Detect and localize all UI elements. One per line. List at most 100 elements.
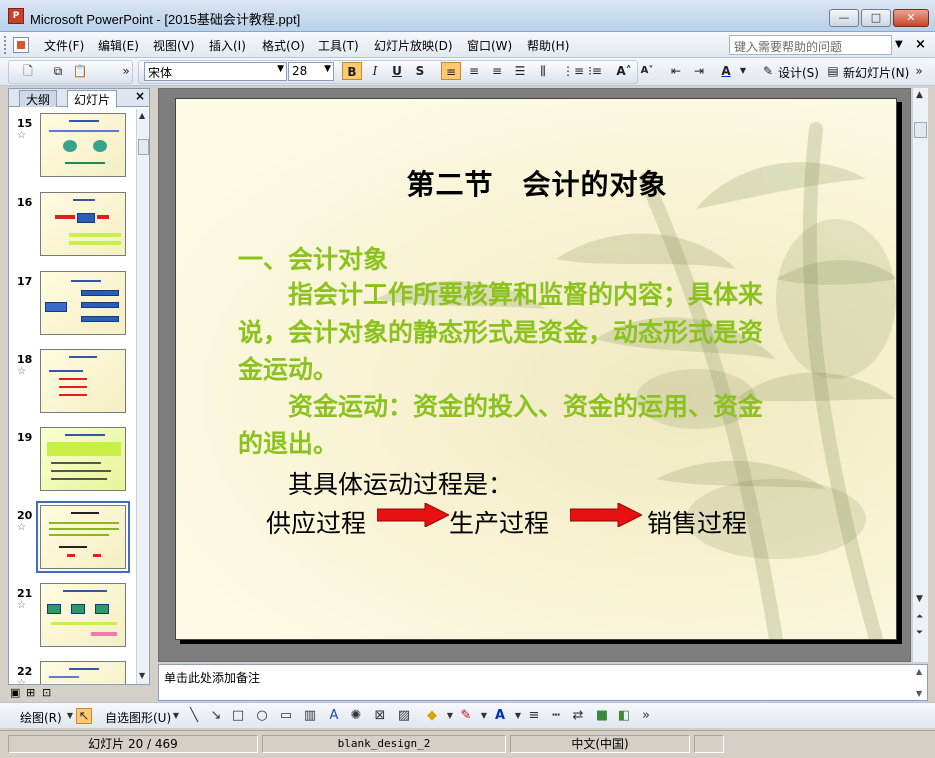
- notes-placeholder[interactable]: 单击此处添加备注: [164, 669, 260, 686]
- pane-close-icon[interactable]: ×: [135, 89, 145, 103]
- chevron-down-icon[interactable]: ▼: [168, 708, 184, 724]
- numbering-icon[interactable]: ⋮≡: [562, 62, 584, 80]
- copy-icon[interactable]: ⧉: [48, 62, 68, 80]
- slide-body-line[interactable]: 指会计工作所要核算和监督的内容；具体来: [238, 275, 763, 311]
- scrollbar-thumb[interactable]: [138, 139, 149, 155]
- slide-canvas[interactable]: 第二节 会计的对象 一、会计对象 指会计工作所要核算和监督的内容；具体来 说，会…: [175, 98, 897, 640]
- process-supply[interactable]: 供应过程: [266, 504, 366, 540]
- toolbar-options-icon[interactable]: »: [913, 62, 925, 80]
- toolbar-grip[interactable]: [4, 36, 8, 54]
- menu-slideshow[interactable]: 幻灯片放映(D): [374, 37, 453, 54]
- help-dropdown-icon[interactable]: ▼: [895, 39, 903, 50]
- increase-indent-icon[interactable]: ⇥: [689, 62, 709, 80]
- oval-tool-icon[interactable]: ○: [254, 708, 270, 724]
- slide-thumbnail[interactable]: [40, 349, 126, 413]
- line-tool-icon[interactable]: ╲: [186, 708, 202, 724]
- shadow-style-icon[interactable]: ■: [594, 708, 610, 724]
- slide-body-line[interactable]: 的退出。: [238, 424, 338, 460]
- slide-process-intro[interactable]: 其具体运动过程是：: [288, 465, 513, 501]
- slide-body-line[interactable]: 说，会计对象的静态形式是资金，动态形式是资: [238, 313, 763, 349]
- close-button[interactable]: ✕: [893, 9, 929, 27]
- vertical-textbox-icon[interactable]: ▥: [302, 708, 318, 724]
- slide-thumbnail[interactable]: [40, 271, 126, 335]
- notes-pane[interactable]: 单击此处添加备注 ▲ ▼: [158, 664, 928, 701]
- fill-color-icon[interactable]: ◆: [424, 708, 440, 724]
- slide-body-line[interactable]: 资金运动：资金的投入、资金的运用、资金: [238, 387, 763, 423]
- 3d-style-icon[interactable]: ◧: [616, 708, 632, 724]
- chevron-down-icon[interactable]: ▼: [476, 708, 492, 724]
- normal-view-icon[interactable]: ▣: [10, 686, 20, 699]
- slide-sorter-view-icon[interactable]: ⊞: [26, 686, 35, 699]
- slide-thumbnail-row[interactable]: 15 ☆: [9, 113, 135, 181]
- line-color-icon[interactable]: ✎: [458, 708, 474, 724]
- underline-button[interactable]: U: [387, 62, 407, 80]
- toolbar-options-icon[interactable]: »: [120, 62, 132, 80]
- slide-thumbnail[interactable]: [36, 501, 130, 573]
- design-icon[interactable]: ✎: [758, 62, 778, 80]
- new-slide-icon[interactable]: ▤: [823, 62, 843, 80]
- slide-heading-accounting-object[interactable]: 一、会计对象: [238, 240, 388, 276]
- slide-thumbnail[interactable]: [40, 192, 126, 256]
- autoshape-menu-button[interactable]: 自选图形(U): [105, 709, 171, 726]
- decrease-indent-icon[interactable]: ⇤: [666, 62, 686, 80]
- font-size-select[interactable]: 28 ▼: [288, 62, 334, 81]
- menu-view[interactable]: 视图(V): [153, 37, 195, 54]
- menu-window[interactable]: 窗口(W): [467, 37, 512, 54]
- draw-menu-button[interactable]: 绘图(R): [20, 709, 62, 726]
- select-objects-icon[interactable]: ↖: [76, 708, 92, 724]
- wordart-icon[interactable]: A: [326, 708, 342, 724]
- document-close-icon[interactable]: ×: [915, 37, 926, 52]
- font-color-icon[interactable]: A: [716, 62, 736, 80]
- scroll-down-icon[interactable]: ▼: [139, 671, 145, 680]
- help-search-input[interactable]: 键入需要帮助的问题: [729, 35, 892, 55]
- tab-outline[interactable]: 大纲: [19, 90, 58, 107]
- menu-tools[interactable]: 工具(T): [318, 37, 359, 54]
- chevron-down-icon[interactable]: ▼: [738, 62, 748, 80]
- scroll-down-icon[interactable]: ▼: [916, 594, 923, 604]
- font-color-icon[interactable]: A: [492, 708, 508, 724]
- paste-icon[interactable]: 📋: [70, 62, 90, 80]
- maximize-button[interactable]: □: [861, 9, 891, 27]
- textbox-tool-icon[interactable]: ▭: [278, 708, 294, 724]
- scroll-up-icon[interactable]: ▲: [916, 90, 923, 100]
- design-button[interactable]: 设计(S): [778, 64, 819, 81]
- red-arrow-icon[interactable]: [570, 503, 642, 527]
- bullets-icon[interactable]: ⁝≡: [585, 62, 605, 80]
- slide-thumbnail[interactable]: [40, 113, 126, 177]
- menu-format[interactable]: 格式(O): [262, 37, 305, 54]
- clipart-icon[interactable]: ⊠: [372, 708, 388, 724]
- justify-icon[interactable]: ☰: [510, 62, 530, 80]
- document-window-icon[interactable]: [13, 37, 29, 53]
- arrow-style-icon[interactable]: ⇄: [570, 708, 586, 724]
- new-slide-button[interactable]: 新幻灯片(N): [843, 64, 909, 81]
- menu-edit[interactable]: 编辑(E): [98, 37, 139, 54]
- scroll-up-icon[interactable]: ▲: [139, 111, 145, 120]
- slide-thumbnail-row-selected[interactable]: 20 ☆: [9, 501, 135, 573]
- shadow-button[interactable]: S: [410, 62, 430, 80]
- scroll-up-icon[interactable]: ▲: [916, 667, 922, 676]
- rectangle-tool-icon[interactable]: □: [230, 708, 246, 724]
- tab-slides[interactable]: 幻灯片: [67, 90, 118, 108]
- align-right-icon[interactable]: ≡: [487, 62, 507, 80]
- chevron-down-icon[interactable]: ▼: [442, 708, 458, 724]
- slide-thumbnail-row[interactable]: 22 ☆: [9, 661, 135, 684]
- minimize-button[interactable]: —: [829, 9, 859, 27]
- slide-thumbnail[interactable]: [40, 661, 126, 684]
- line-style-icon[interactable]: ≡: [526, 708, 542, 724]
- slide-scrollbar[interactable]: ▲ ▼ ⏶ ⏷: [912, 88, 928, 662]
- process-sales[interactable]: 销售过程: [647, 504, 747, 540]
- powerpoint-app-icon[interactable]: P: [8, 8, 24, 24]
- slide-thumbnail-row[interactable]: 18 ☆: [9, 349, 135, 417]
- menu-help[interactable]: 帮助(H): [527, 37, 569, 54]
- slide-thumbnail[interactable]: [40, 583, 126, 647]
- diagram-icon[interactable]: ✺: [348, 708, 364, 724]
- increase-font-icon[interactable]: A˄: [614, 62, 634, 80]
- slide-body-line[interactable]: 金运动。: [238, 350, 338, 386]
- chevron-down-icon[interactable]: ▼: [510, 708, 526, 724]
- next-slide-icon[interactable]: ⏷: [916, 628, 923, 638]
- arrow-tool-icon[interactable]: ↘: [208, 708, 224, 724]
- menu-file[interactable]: 文件(F): [44, 37, 84, 54]
- new-document-icon[interactable]: 🗋: [18, 62, 38, 80]
- font-name-select[interactable]: 宋体 ▼: [144, 62, 287, 81]
- slides-pane-scrollbar[interactable]: ▲ ▼: [136, 109, 149, 684]
